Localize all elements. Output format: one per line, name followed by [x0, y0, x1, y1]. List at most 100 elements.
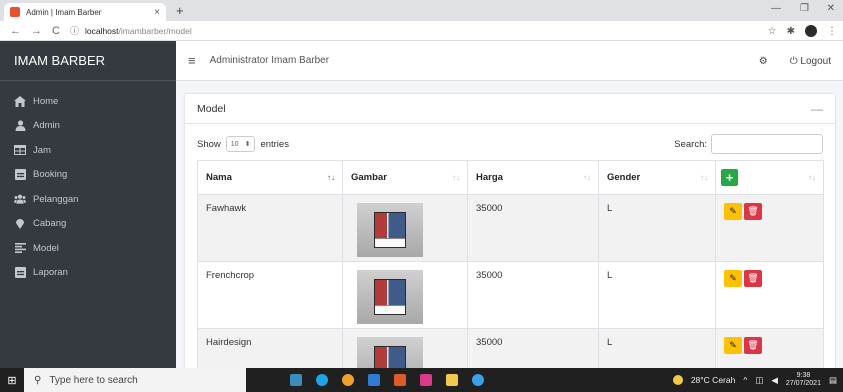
windows-taskbar: ⊞ ⚲ Type here to search 28°C Cerah ^ ◫ ◀… [0, 368, 843, 392]
network-icon[interactable]: ◫ [755, 375, 763, 386]
clock[interactable]: 9:38 27/07/2021 [786, 372, 821, 388]
forward-button[interactable]: → [31, 25, 42, 37]
show-label: Show [197, 138, 221, 150]
minimize-button[interactable]: — [771, 3, 781, 14]
table-header-row: Nama ↑↓ Gambar ↑↓ Harga ↑↓ Gender ↑↓ + ↑↓ [197, 160, 824, 195]
sidebar-item-label: Laporan [33, 267, 68, 279]
select-arrows-icon: ⬍ [244, 141, 251, 148]
search-icon: ⚲ [34, 374, 42, 386]
column-header-actions: + ↑↓ [715, 160, 824, 195]
app-icon[interactable] [420, 374, 432, 386]
sidebar-item-pelanggan[interactable]: Pelanggan [0, 187, 176, 212]
table-row: Frenchcrop 35000 L ✎ 🗑 [197, 261, 824, 329]
new-tab-button[interactable]: + [176, 3, 184, 18]
column-header-harga[interactable]: Harga ↑↓ [467, 160, 599, 195]
browser-tab[interactable]: Admin | Imam Barber × [4, 3, 166, 21]
taskbar-search[interactable]: ⚲ Type here to search [24, 368, 246, 392]
top-navbar: ≡ Administrator Imam Barber ⚙ ⏻ Logout [176, 41, 843, 81]
file-explorer-icon[interactable] [368, 374, 380, 386]
sidebar-item-cabang[interactable]: Cabang [0, 212, 176, 237]
search-input[interactable] [711, 134, 823, 154]
maximize-button[interactable]: ❐ [800, 3, 809, 14]
taskbar-search-placeholder: Type here to search [49, 374, 138, 386]
volume-icon[interactable]: ◀ [771, 375, 778, 386]
system-tray: 28°C Cerah ^ ◫ ◀ 9:38 27/07/2021 ▤ [672, 368, 843, 392]
notification-icon[interactable]: ▤ [829, 375, 837, 386]
delete-button[interactable]: 🗑 [744, 203, 762, 220]
edit-button[interactable]: ✎ [724, 270, 742, 287]
sidebar-item-booking[interactable]: Booking [0, 163, 176, 188]
close-window-button[interactable]: ✕ [827, 3, 835, 14]
app-icon[interactable] [394, 374, 406, 386]
sidebar-item-admin[interactable]: Admin [0, 114, 176, 139]
edit-button[interactable]: ✎ [724, 337, 742, 354]
sidebar-item-label: Home [33, 95, 59, 107]
sidebar-item-model[interactable]: Model [0, 236, 176, 261]
weather-icon[interactable] [672, 375, 683, 385]
sort-icon: ↑↓ [808, 173, 816, 182]
browser-menu-icon[interactable]: ⋮ [827, 26, 837, 37]
task-view-icon[interactable] [290, 374, 302, 386]
tray-chevron-icon[interactable]: ^ [743, 375, 747, 385]
tab-title: Admin | Imam Barber [26, 7, 102, 17]
user-icon [14, 120, 26, 132]
profile-avatar[interactable] [805, 25, 817, 37]
app-icon[interactable] [446, 374, 458, 386]
logout-label: Logout [800, 55, 831, 67]
sidebar-item-label: Jam [33, 144, 51, 156]
sort-icon: ↑↓ [700, 173, 708, 182]
brand-link[interactable]: IMAM BARBER [0, 41, 176, 81]
edge-icon[interactable] [316, 374, 328, 386]
report-icon [14, 267, 26, 279]
sidebar-item-jam[interactable]: Jam [0, 138, 176, 163]
taskbar-apps [290, 374, 484, 386]
cell-gender: L [598, 194, 716, 262]
home-icon [14, 95, 26, 107]
hamburger-menu-icon[interactable]: ≡ [188, 53, 196, 68]
sidebar-menu: Home Admin Jam Booking Pelanggan Cabang … [0, 89, 176, 285]
column-header-gambar[interactable]: Gambar ↑↓ [342, 160, 468, 195]
sidebar-item-label: Cabang [33, 218, 67, 230]
column-header-nama[interactable]: Nama ↑↓ [197, 160, 343, 195]
bookmark-star-icon[interactable]: ☆ [768, 26, 777, 37]
cell-gambar [342, 261, 468, 329]
trash-icon: 🗑 [747, 206, 759, 216]
sidebar-item-label: Model [33, 242, 59, 254]
sidebar-item-home[interactable]: Home [0, 89, 176, 114]
clock-time: 9:38 [796, 372, 811, 379]
logout-button[interactable]: ⏻ Logout [790, 56, 831, 67]
extensions-icon[interactable]: ✱ [787, 26, 795, 37]
add-model-button[interactable]: + [721, 169, 738, 186]
delete-button[interactable]: 🗑 [744, 270, 762, 287]
collapse-button[interactable]: — [811, 102, 823, 116]
weather-text[interactable]: 28°C Cerah [691, 375, 736, 385]
trash-icon: 🗑 [747, 340, 759, 350]
cell-nama: Fawhawk [197, 194, 343, 262]
column-header-gender[interactable]: Gender ↑↓ [598, 160, 716, 195]
edit-button[interactable]: ✎ [724, 203, 742, 220]
tab-close-icon[interactable]: × [154, 7, 160, 18]
info-icon[interactable]: ⓘ [70, 24, 79, 37]
clock-date: 27/07/2021 [785, 380, 821, 387]
card-title: Model [185, 94, 835, 124]
sidebar-item-label: Booking [33, 169, 68, 181]
sort-icon: ↑↓ [583, 173, 591, 182]
entries-length-select[interactable]: 10 ⬍ [225, 136, 256, 152]
url-host: localhost [84, 25, 119, 36]
delete-button[interactable]: 🗑 [744, 337, 762, 354]
pencil-icon: ✎ [729, 273, 737, 283]
windows-start-icon[interactable]: ⊞ [0, 368, 24, 392]
length-value: 10 [230, 140, 239, 148]
reload-button[interactable]: C [52, 25, 60, 37]
back-button[interactable]: ← [10, 25, 21, 37]
column-label: Harga [476, 172, 503, 183]
chrome-icon[interactable] [472, 374, 484, 386]
sidebar-item-laporan[interactable]: Laporan [0, 261, 176, 286]
address-bar: ← → C ⓘ localhost /imambarber/model ☆ ✱ … [0, 21, 843, 41]
table-row: Fawhawk 35000 L ✎ 🗑 [197, 194, 824, 262]
url-field[interactable]: ⓘ localhost /imambarber/model [70, 24, 192, 37]
navbar-user-name: Administrator Imam Barber [209, 55, 330, 66]
settings-icon[interactable]: ⚙ [759, 56, 768, 67]
firefox-icon[interactable] [342, 374, 354, 386]
url-path: /imambarber/model [118, 25, 192, 36]
